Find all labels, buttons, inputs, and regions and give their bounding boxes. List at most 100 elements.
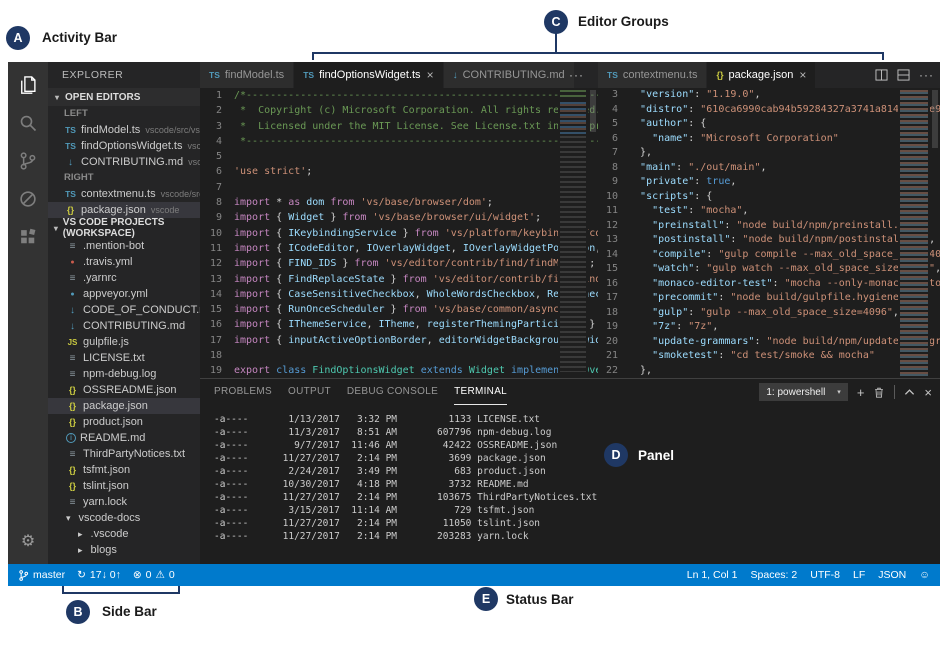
eol-indicator[interactable]: LF bbox=[853, 569, 865, 581]
file-name: tsfmt.json bbox=[83, 464, 130, 476]
maximize-panel-icon[interactable] bbox=[904, 388, 915, 396]
line-content: * Copyright (c) Microsoft Corporation. A… bbox=[234, 103, 598, 118]
activity-bar-extensions[interactable] bbox=[8, 218, 48, 256]
file-type-icon: i bbox=[66, 433, 76, 443]
encoding-indicator[interactable]: UTF-8 bbox=[810, 569, 840, 581]
scrollbar-thumb[interactable] bbox=[932, 90, 938, 148]
minimap[interactable] bbox=[558, 88, 588, 378]
split-editor-icon[interactable] bbox=[875, 69, 888, 81]
open-editors-group-left: LEFT bbox=[48, 106, 200, 122]
editor-tab[interactable]: TS contextmenu.ts bbox=[598, 62, 707, 88]
file-row[interactable]: ≡ ThirdPartyNotices.txt bbox=[48, 446, 200, 462]
file-row[interactable]: {} package.json bbox=[48, 398, 200, 414]
line-number: 17 bbox=[200, 333, 234, 348]
problems-indicator[interactable]: ⊗ 0 ⚠ 0 bbox=[133, 569, 175, 581]
cursor-position[interactable]: Ln 1, Col 1 bbox=[687, 569, 738, 581]
panel-tab[interactable]: TERMINAL bbox=[454, 379, 507, 405]
file-row[interactable]: JS gulpfile.js bbox=[48, 334, 200, 350]
file-name: tslint.json bbox=[83, 480, 129, 492]
kill-terminal-icon[interactable] bbox=[873, 386, 885, 399]
activity-bar-debug[interactable] bbox=[8, 180, 48, 218]
scrollbar[interactable] bbox=[930, 88, 940, 378]
settings-gear-button[interactable]: ⚙ bbox=[8, 526, 48, 556]
line-content: "author": { bbox=[628, 117, 940, 132]
workspace-header[interactable]: ▾ VS CODE PROJECTS (WORKSPACE) bbox=[48, 218, 200, 238]
file-row[interactable]: ● .travis.yml bbox=[48, 254, 200, 270]
activity-bar-source-control[interactable] bbox=[8, 142, 48, 180]
editor-tab[interactable]: TS findModel.ts bbox=[200, 62, 294, 88]
activity-bar-explorer[interactable] bbox=[8, 66, 48, 104]
editor-tab[interactable]: ↓ CONTRIBUTING.md bbox=[444, 62, 575, 88]
panel-tab-list: PROBLEMS OUTPUT DEBUG CONSOLE TERMINAL bbox=[214, 379, 507, 405]
editor-tab[interactable]: {} package.json × bbox=[707, 62, 816, 88]
file-row[interactable]: ● appveyor.yml bbox=[48, 286, 200, 302]
minimap[interactable] bbox=[898, 88, 930, 378]
code-line: 11 import { ICodeEditor, IOverlayWidget,… bbox=[200, 241, 598, 256]
file-row[interactable]: ≡ yarn.lock bbox=[48, 494, 200, 510]
file-row[interactable]: {} tsfmt.json bbox=[48, 462, 200, 478]
file-name: .travis.yml bbox=[83, 256, 133, 268]
file-row[interactable]: ≡ .mention-bot bbox=[48, 238, 200, 254]
file-row[interactable]: ≡ LICENSE.txt bbox=[48, 350, 200, 366]
scrollbar[interactable] bbox=[588, 88, 598, 378]
activity-bar-search[interactable] bbox=[8, 104, 48, 142]
editor-group-right: TS contextmenu.ts {} package.json × bbox=[598, 62, 940, 378]
git-sync-indicator[interactable]: ↻ 17↓ 0↑ bbox=[77, 569, 121, 581]
new-terminal-icon[interactable]: + bbox=[857, 386, 865, 399]
open-editor-item[interactable]: TS findOptionsWidget.ts vsco... bbox=[48, 138, 200, 154]
editor-tab[interactable]: TS findOptionsWidget.ts × bbox=[294, 62, 443, 88]
panel-tab[interactable]: PROBLEMS bbox=[214, 379, 272, 405]
file-row[interactable]: ▾ vscode-docs bbox=[48, 510, 200, 526]
line-content: "preinstall": "node build/npm/preinstall… bbox=[628, 219, 940, 234]
file-row[interactable]: ↓ CONTRIBUTING.md bbox=[48, 318, 200, 334]
file-name: CODE_OF_CONDUCT.md bbox=[83, 304, 200, 316]
code-line: 15 "watch": "gulp watch --max_old_space_… bbox=[598, 262, 940, 277]
panel-tab[interactable]: OUTPUT bbox=[288, 379, 331, 405]
annotation-label-side-bar: Side Bar bbox=[102, 604, 157, 619]
open-editor-item[interactable]: {} package.json vscode bbox=[48, 202, 200, 218]
close-tab-icon[interactable]: × bbox=[799, 68, 806, 82]
open-editor-item[interactable]: TS findModel.ts vscode/src/vs/... bbox=[48, 122, 200, 138]
file-row[interactable]: i README.md bbox=[48, 430, 200, 446]
indentation-indicator[interactable]: Spaces: 2 bbox=[751, 569, 798, 581]
file-name: CONTRIBUTING.md bbox=[81, 156, 183, 168]
file-row[interactable]: ↓ CODE_OF_CONDUCT.md bbox=[48, 302, 200, 318]
scrollbar-thumb[interactable] bbox=[590, 90, 596, 132]
files-icon bbox=[18, 75, 38, 95]
file-row[interactable]: ▸ .vscode bbox=[48, 526, 200, 542]
terminal-select-value: 1: powershell bbox=[766, 387, 825, 398]
annotation-badge-a: A bbox=[6, 26, 30, 50]
code-editor[interactable]: 3 "version": "1.19.0", 4 "distro": "610c… bbox=[598, 88, 940, 378]
terminal-select[interactable]: 1: powershell ▾ bbox=[759, 383, 847, 401]
status-bar-right: Ln 1, Col 1 Spaces: 2 UTF-8 LF JSON ☺ bbox=[687, 569, 940, 581]
file-row[interactable]: ≡ npm-debug.log bbox=[48, 366, 200, 382]
file-row[interactable]: {} product.json bbox=[48, 414, 200, 430]
file-row[interactable]: {} tslint.json bbox=[48, 478, 200, 494]
open-editors-group-right: RIGHT bbox=[48, 170, 200, 186]
file-row[interactable]: {} OSSREADME.json bbox=[48, 382, 200, 398]
open-editor-item[interactable]: ↓ CONTRIBUTING.md vscode bbox=[48, 154, 200, 170]
close-tab-icon[interactable]: × bbox=[427, 68, 434, 82]
git-branch-indicator[interactable]: master bbox=[18, 569, 65, 582]
feedback-smiley-icon[interactable]: ☺ bbox=[919, 569, 930, 581]
panel-tab[interactable]: DEBUG CONSOLE bbox=[347, 379, 438, 405]
tab-label: CONTRIBUTING.md bbox=[463, 69, 565, 81]
language-mode-indicator[interactable]: JSON bbox=[878, 569, 906, 581]
open-editors-header[interactable]: ▾ OPEN EDITORS bbox=[48, 88, 200, 106]
line-number: 19 bbox=[598, 320, 628, 335]
code-line: 16 "monaco-editor-test": "mocha --only-m… bbox=[598, 277, 940, 292]
close-panel-icon[interactable]: × bbox=[924, 386, 932, 399]
file-row[interactable]: ≡ .yarnrc bbox=[48, 270, 200, 286]
code-line: 11 "test": "mocha", bbox=[598, 204, 940, 219]
more-tabs-icon[interactable]: ··· bbox=[569, 62, 584, 88]
toggle-layout-icon[interactable] bbox=[897, 69, 910, 81]
more-actions-icon[interactable]: ··· bbox=[919, 68, 934, 82]
file-type-icon: TS bbox=[607, 70, 618, 80]
code-editor[interactable]: 1 /*------------------------------------… bbox=[200, 88, 598, 378]
terminal[interactable]: -a---- 1/13/2017 3:32 PM 1133 LICENSE.tx… bbox=[214, 413, 932, 564]
tab-label: findOptionsWidget.ts bbox=[319, 69, 421, 81]
sync-counts: 17↓ 0↑ bbox=[90, 569, 121, 581]
file-row[interactable]: ▸ blogs bbox=[48, 542, 200, 558]
workspace-label: VS CODE PROJECTS (WORKSPACE) bbox=[63, 217, 200, 239]
open-editor-item[interactable]: TS contextmenu.ts vscode/src/vs/... bbox=[48, 186, 200, 202]
